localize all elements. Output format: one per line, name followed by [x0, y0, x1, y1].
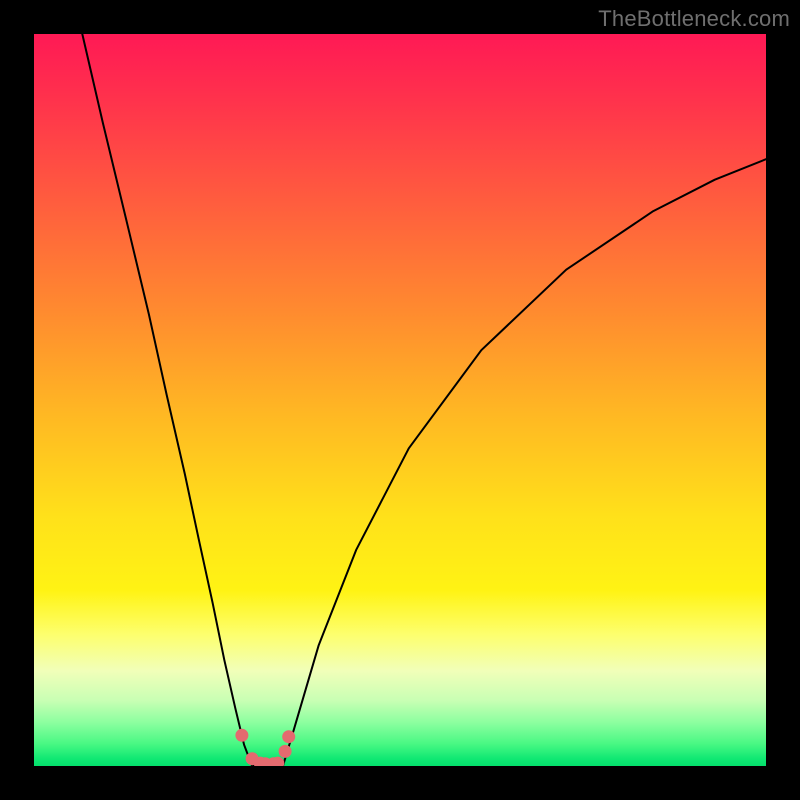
valley-marker	[235, 729, 248, 742]
valley-marker	[282, 730, 295, 743]
chart-frame: TheBottleneck.com	[0, 0, 800, 800]
bottleneck-curve	[82, 34, 766, 766]
watermark-text: TheBottleneck.com	[598, 6, 790, 32]
plot-area	[34, 34, 766, 766]
valley-marker	[279, 745, 292, 758]
chart-svg	[34, 34, 766, 766]
